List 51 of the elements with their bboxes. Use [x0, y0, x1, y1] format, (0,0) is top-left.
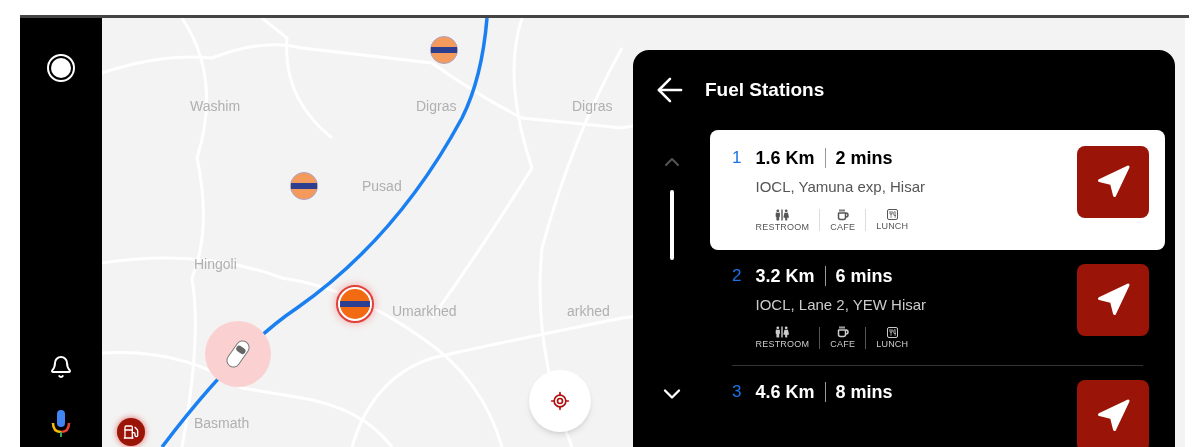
- bell-icon[interactable]: [49, 355, 73, 379]
- amenity-label: LUNCH: [876, 222, 909, 231]
- utensils-icon: [886, 326, 898, 338]
- navigation-arrow-icon: [1095, 281, 1131, 318]
- home-button-icon[interactable]: [47, 54, 75, 82]
- station-number: 1: [732, 147, 742, 169]
- navigation-arrow-icon: [1095, 398, 1131, 434]
- recenter-button[interactable]: [529, 370, 591, 432]
- place-label: Hingoli: [194, 255, 237, 274]
- cup-icon: [836, 208, 849, 221]
- amenity-label: CAFE: [830, 340, 856, 349]
- amenity-label: RESTROOM: [755, 340, 810, 349]
- time-text: 6 mins: [835, 264, 893, 288]
- amenity-label: LUNCH: [876, 339, 909, 349]
- distance-text: 1.6 Km: [755, 147, 815, 170]
- car-marker-icon[interactable]: [205, 321, 271, 387]
- station-address: IOCL, Lane 2, YEW Hisar: [755, 294, 927, 315]
- fuel-pump-marker-icon[interactable]: [117, 418, 145, 446]
- restroom-icon: [775, 208, 790, 221]
- panel-title: Fuel Stations: [705, 77, 825, 102]
- crosshair-icon: [550, 391, 570, 411]
- navigate-button[interactable]: [1077, 263, 1149, 336]
- navigation-arrow-icon: [1095, 164, 1131, 200]
- time-text: 2 mins: [835, 147, 893, 170]
- station-number: 2: [732, 264, 742, 287]
- place-label: Digras: [416, 97, 457, 116]
- navigate-button[interactable]: [1077, 380, 1149, 447]
- place-label: arkhed: [567, 302, 610, 321]
- amenity-label: CAFE: [830, 222, 856, 232]
- amenity-label: RESTROOM: [755, 222, 810, 232]
- restroom-icon: [775, 326, 790, 338]
- place-label: Pusad: [362, 177, 402, 196]
- place-label: Digras: [572, 97, 613, 116]
- scrollbar-thumb[interactable]: [669, 190, 674, 260]
- utensils-icon: [886, 209, 898, 220]
- station-number: 3: [732, 381, 742, 403]
- place-label: Basmath: [194, 414, 250, 433]
- time-text: 8 mins: [835, 381, 893, 404]
- station-card[interactable]: 1 1.6 Km 2 mins IOCL, Yamuna exp, Hisar RESTROOM CAFE LUNCH: [710, 130, 1165, 250]
- fuel-station-marker-icon[interactable]: [429, 35, 459, 65]
- navigate-button[interactable]: [1077, 146, 1149, 218]
- microphone-icon[interactable]: [49, 409, 73, 439]
- map[interactable]: [102, 18, 1185, 447]
- station-address: IOCL, Yamuna exp, Hisar: [755, 177, 925, 197]
- distance-text: 3.2 Km: [755, 264, 815, 288]
- place-label: Umarkhed: [392, 302, 457, 321]
- cup-icon: [836, 326, 849, 338]
- distance-text: 4.6 Km: [755, 381, 815, 404]
- fuel-station-marker-icon[interactable]: [289, 171, 319, 201]
- place-label: Washim: [190, 97, 241, 116]
- fuel-station-marker-icon[interactable]: [336, 285, 374, 323]
